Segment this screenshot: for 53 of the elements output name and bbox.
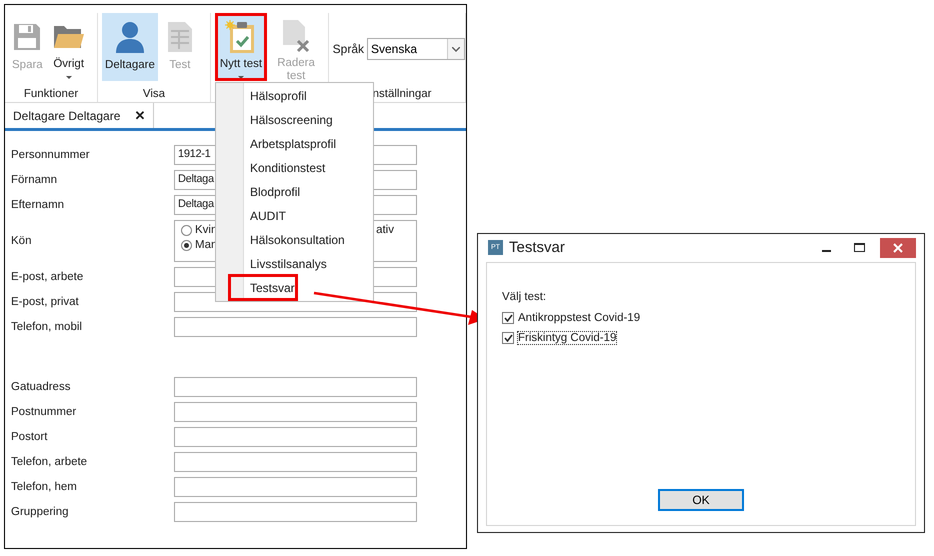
group-label: Visa (142, 86, 166, 102)
field-label: Postort (11, 431, 48, 443)
field-label: E-post, arbete (11, 271, 84, 283)
field-label: Efternamn (11, 199, 66, 211)
field-label: Postnummer (11, 406, 78, 418)
ok-button[interactable]: OK (658, 489, 744, 511)
menu-item[interactable]: Konditionstest (216, 156, 373, 180)
folder-icon (52, 24, 85, 50)
checkbox[interactable] (502, 312, 514, 324)
checkbox-label[interactable]: Antikroppstest Covid-19 (518, 312, 640, 324)
clipboard-check-icon (224, 20, 257, 54)
ribbon-button[interactable]: Nytt test (214, 13, 268, 81)
field-label: Telefon, hem (11, 481, 78, 493)
input-field[interactable] (174, 502, 417, 522)
field-label: Förnamn (11, 174, 58, 186)
chevron-down-icon (452, 46, 460, 52)
group-label: nställningar (372, 86, 432, 102)
person-icon (114, 21, 145, 53)
group-label: Funktioner (22, 86, 80, 102)
menu-item[interactable]: Livsstilsanalys (216, 252, 373, 276)
window-title: Testsvar (509, 239, 566, 256)
document-delete-icon (281, 19, 312, 53)
menu-item[interactable]: Testsvar (216, 276, 373, 300)
input-field[interactable] (174, 402, 417, 422)
field-label: Telefon, arbete (11, 456, 88, 468)
menu-item[interactable]: Hälsokonsultation (216, 228, 373, 252)
menu-item[interactable]: Hälsoscreening (216, 108, 373, 132)
language-dropdown[interactable]: Svenska (367, 38, 465, 60)
field-label: E-post, privat (11, 296, 80, 308)
input-field[interactable] (174, 427, 417, 447)
prompt-label: Välj test: (502, 291, 548, 303)
field-label: Personnummer (11, 149, 91, 161)
ribbon-button[interactable]: Övrigt (50, 13, 88, 81)
field-label: Gatuadress (11, 381, 72, 393)
menu-item[interactable]: AUDIT (216, 204, 373, 228)
language-label: Språk (332, 42, 364, 56)
field-label: Kön (11, 235, 32, 247)
document-icon (166, 21, 193, 53)
input-field[interactable] (174, 452, 417, 472)
ribbon-button[interactable]: Deltagare (102, 13, 158, 81)
close-icon[interactable]: ✕ (134, 108, 146, 123)
field-label: Gruppering (11, 506, 70, 518)
radio-label: ativ (376, 224, 394, 238)
menu-item[interactable]: Arbetsplatsprofil (216, 132, 373, 156)
menu-item[interactable]: Hälsoprofil (216, 84, 373, 108)
close-icon[interactable] (880, 238, 916, 258)
input-field[interactable] (174, 317, 417, 337)
menu-item[interactable]: Blodprofil (216, 180, 373, 204)
field-label: Telefon, mobil (11, 321, 83, 333)
input-field[interactable] (174, 477, 417, 497)
checkbox[interactable] (502, 332, 514, 344)
input-field[interactable] (174, 377, 417, 397)
checkbox-label[interactable]: Friskintyg Covid-19 (518, 332, 616, 344)
